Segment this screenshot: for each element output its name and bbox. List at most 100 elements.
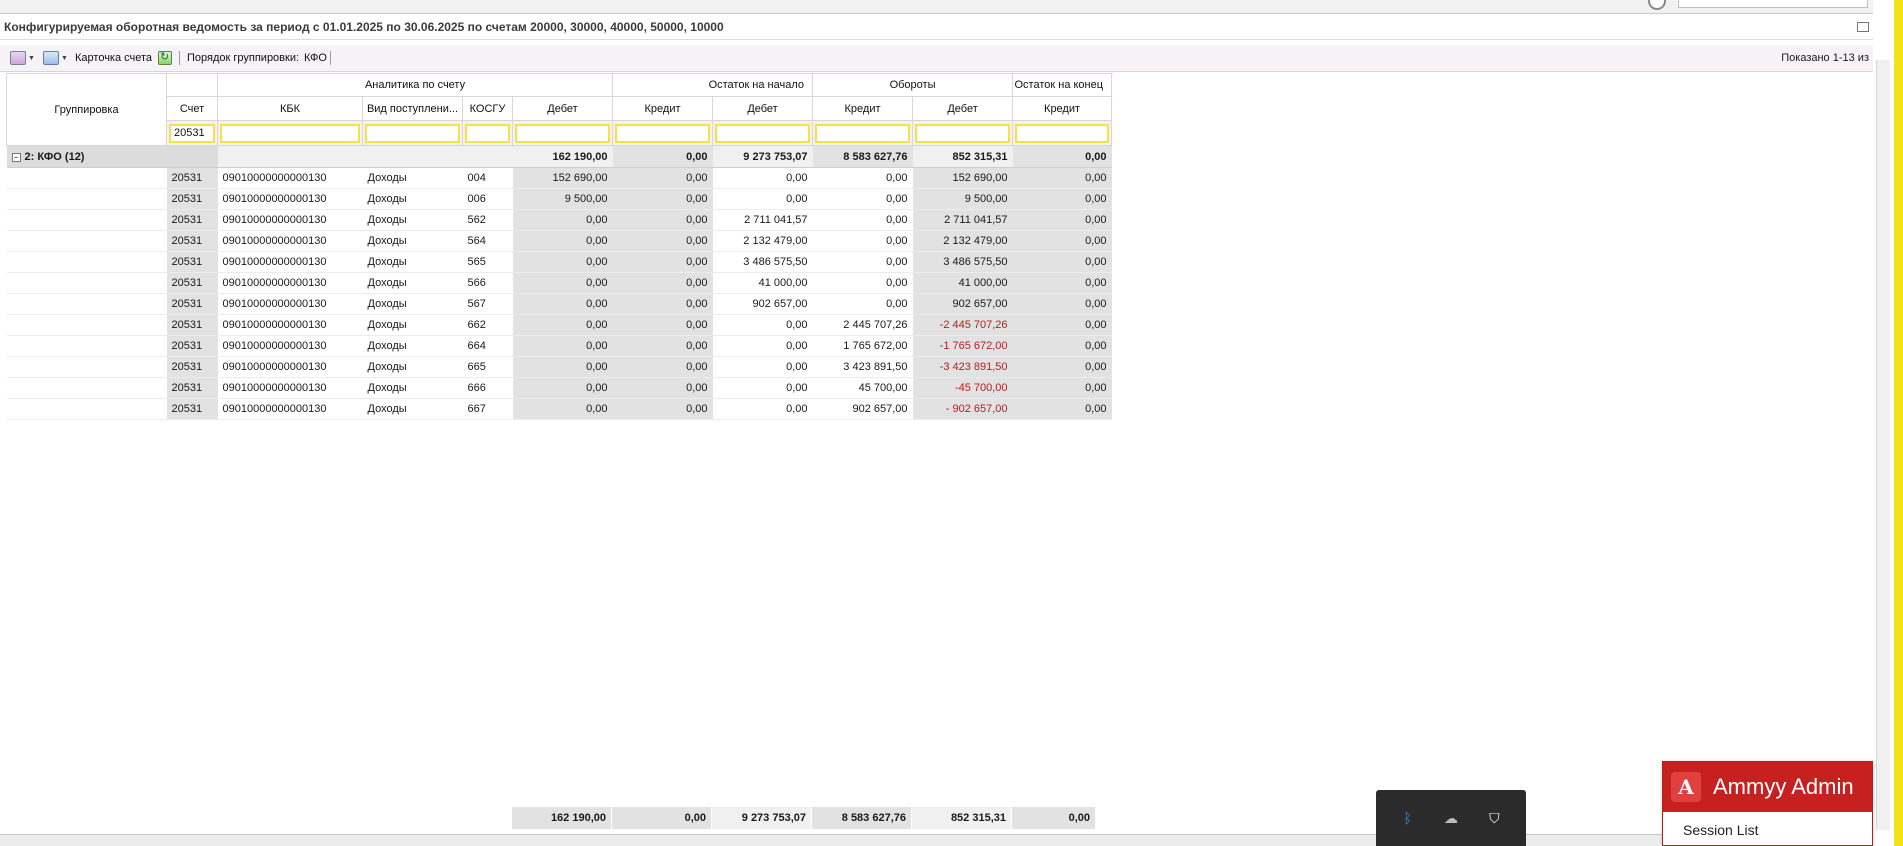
cell-open-credit: 0,00: [612, 335, 713, 357]
filter-turn-credit[interactable]: [815, 123, 911, 143]
filter-turn-debit[interactable]: [715, 123, 811, 143]
filter-cell: [166, 120, 218, 146]
filter-close-debit[interactable]: [915, 123, 1011, 143]
chevron-down-icon: ▼: [28, 54, 35, 62]
cell-close-debit: - 902 657,00: [912, 398, 1013, 420]
cell-turn-credit: 0,00: [812, 293, 913, 315]
cell-turn-debit: 3 486 575,50: [712, 251, 813, 273]
cell-close-debit: 3 486 575,50: [912, 251, 1013, 273]
table-row[interactable]: 20531 09010000000000130 Доходы 667 0,00 0,00 0…: [6, 398, 1112, 420]
cell-close-credit: 0,00: [1012, 209, 1112, 231]
col-close-credit[interactable]: Кредит: [1012, 96, 1113, 121]
report-title-bar: Конфигурируемая оборотная ведомость за п…: [0, 14, 1873, 40]
ammyy-admin-window[interactable]: A Ammyy Admin Session List: [1662, 761, 1873, 846]
col-kosgu[interactable]: КОСГУ: [462, 96, 513, 121]
refresh-button[interactable]: [158, 49, 172, 67]
cell-kosgu: 564: [462, 230, 513, 252]
cell-income-type: Доходы: [362, 335, 463, 357]
col-closing-balance: Остаток на конец: [1012, 73, 1113, 97]
help-circle-icon[interactable]: [1648, 0, 1666, 10]
table-row[interactable]: 20531 09010000000000130 Доходы 004 152 690,0…: [6, 167, 1112, 189]
cell-grouping: [6, 209, 167, 231]
turnover-table: Группировка Аналитика по счету Остаток н…: [6, 73, 1113, 420]
table-row[interactable]: 20531 09010000000000130 Доходы 664 0,00 0,00 0…: [6, 335, 1112, 357]
table-row[interactable]: 20531 09010000000000130 Доходы 665 0,00 0,00 0…: [6, 356, 1112, 378]
export-menu-button[interactable]: ▼: [43, 49, 68, 67]
print-menu-button[interactable]: ▼: [10, 49, 35, 67]
cell-close-debit: 152 690,00: [912, 167, 1013, 189]
table-row[interactable]: 20531 09010000000000130 Доходы 562 0,00 0,00 2…: [6, 209, 1112, 231]
cell-open-debit: 0,00: [512, 335, 613, 357]
filter-kbk[interactable]: [220, 123, 360, 143]
cell-income-type: Доходы: [362, 230, 463, 252]
grouping-order-value[interactable]: КФО: [304, 52, 327, 64]
filter-kosgu[interactable]: [465, 123, 510, 143]
group-turn-debit: 9 273 753,07: [712, 145, 813, 168]
col-open-credit[interactable]: Кредит: [612, 96, 714, 121]
cell-turn-credit: 902 657,00: [812, 398, 913, 420]
window-restore-icon[interactable]: [1857, 22, 1869, 32]
filter-cell: [217, 120, 363, 146]
cell-grouping: [6, 398, 167, 420]
col-income-type[interactable]: Вид поступлени...: [362, 96, 463, 121]
group-label-cell[interactable]: −2: КФО (12): [6, 145, 167, 168]
table-row[interactable]: 20531 09010000000000130 Доходы 565 0,00 0,00 3…: [6, 251, 1112, 273]
col-turnover: Обороты: [812, 73, 1014, 97]
table-row[interactable]: 20531 09010000000000130 Доходы 666 0,00 0,00 0…: [6, 377, 1112, 399]
print-icon: [10, 51, 26, 65]
account-card-button[interactable]: Карточка счета: [75, 52, 152, 64]
bluetooth-icon[interactable]: ᛒ: [1398, 808, 1418, 828]
filter-cell: [511, 120, 614, 146]
cell-account: 20531: [166, 314, 218, 336]
filter-cell: [712, 120, 814, 146]
cell-income-type: Доходы: [362, 377, 463, 399]
filter-close-credit[interactable]: [1015, 123, 1110, 143]
cell-kbk: 09010000000000130: [217, 377, 363, 399]
filter-income-type[interactable]: [365, 123, 460, 143]
col-grouping[interactable]: Группировка: [6, 73, 167, 146]
table-row[interactable]: 20531 09010000000000130 Доходы 006 9 500,00 0…: [6, 188, 1112, 210]
cell-account: 20531: [166, 251, 218, 273]
security-shield-icon[interactable]: ⛉: [1484, 808, 1504, 828]
filter-cell: [462, 120, 513, 146]
cell-account: 20531: [166, 230, 218, 252]
col-open-debit[interactable]: Дебет: [511, 96, 614, 121]
col-close-debit[interactable]: Дебет: [912, 96, 1014, 121]
col-account[interactable]: Счет: [166, 96, 218, 121]
group-blank: [166, 145, 218, 168]
cell-income-type: Доходы: [362, 356, 463, 378]
group-label: 2: КФО (12): [24, 150, 85, 163]
col-turn-credit[interactable]: Кредит: [812, 96, 914, 121]
cell-turn-credit: 45 700,00: [812, 377, 913, 399]
cell-kosgu: 664: [462, 335, 513, 357]
cell-grouping: [6, 293, 167, 315]
table-row[interactable]: 20531 09010000000000130 Доходы 564 0,00 0,00 2…: [6, 230, 1112, 252]
cell-open-credit: 0,00: [612, 293, 713, 315]
collapse-minus-icon[interactable]: −: [11, 152, 21, 162]
cell-close-credit: 0,00: [1012, 398, 1112, 420]
cell-turn-debit: 0,00: [712, 398, 813, 420]
top-search-field[interactable]: [1678, 0, 1868, 8]
session-list-link[interactable]: Session List: [1663, 812, 1872, 838]
table-row[interactable]: 20531 09010000000000130 Доходы 662 0,00 0,00 0…: [6, 314, 1112, 336]
cell-kbk: 09010000000000130: [217, 251, 363, 273]
cell-close-debit: 902 657,00: [912, 293, 1013, 315]
filter-open-credit[interactable]: [615, 123, 711, 143]
cell-open-credit: 0,00: [612, 272, 713, 294]
table-row[interactable]: 20531 09010000000000130 Доходы 566 0,00 0,00 4…: [6, 272, 1112, 294]
col-turn-debit[interactable]: Дебет: [712, 96, 814, 121]
totals-row: 162 190,00 0,00 9 273 753,07 8 583 627,7…: [6, 807, 1111, 829]
table-row[interactable]: 20531 09010000000000130 Доходы 567 0,00 0,00 9…: [6, 293, 1112, 315]
cell-close-debit: 2 132 479,00: [912, 230, 1013, 252]
filter-account[interactable]: [169, 123, 215, 143]
filter-cell: [812, 120, 914, 146]
filter-open-debit[interactable]: [515, 123, 611, 143]
group-row[interactable]: −2: КФО (12) 162 190,00 0,00 9 273 753,0…: [6, 145, 1112, 168]
cloud-off-icon[interactable]: ☁: [1441, 808, 1461, 828]
cell-open-debit: 152 690,00: [512, 167, 613, 189]
ammyy-title: Ammyy Admin: [1713, 774, 1854, 799]
col-kbk[interactable]: КБК: [217, 96, 363, 121]
cell-open-debit: 0,00: [512, 230, 613, 252]
cell-grouping: [6, 230, 167, 252]
vertical-scrollbar[interactable]: [1876, 60, 1890, 830]
